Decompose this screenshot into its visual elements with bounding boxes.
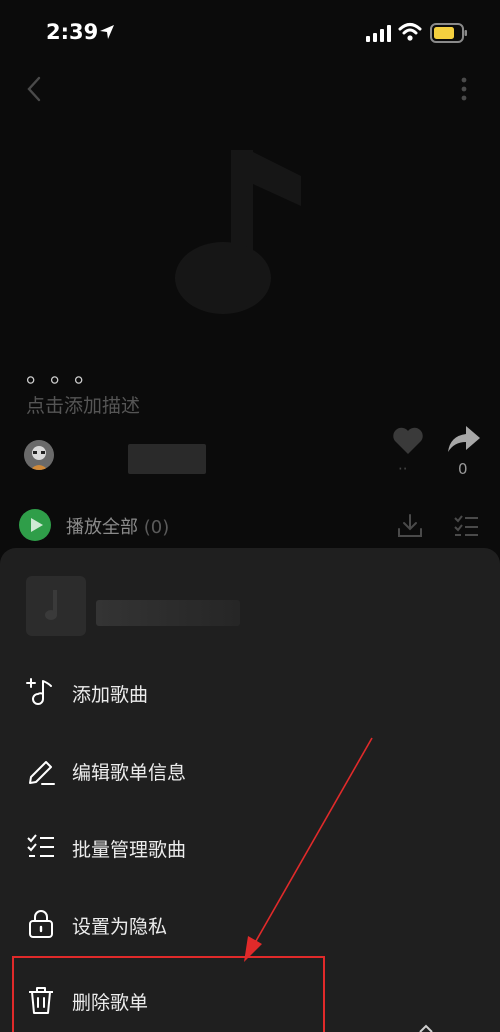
- back-icon[interactable]: [22, 74, 48, 104]
- play-all-button[interactable]: 播放全部 (0): [66, 513, 169, 539]
- avatar-face-icon: [24, 440, 54, 470]
- track-count: (0): [143, 517, 170, 538]
- heart-icon[interactable]: [392, 426, 424, 456]
- menu-item-add-song[interactable]: 添加歌曲: [0, 662, 500, 724]
- sheet-playlist-thumbnail: [26, 576, 86, 636]
- playlist-description[interactable]: 点击添加描述: [26, 391, 140, 418]
- status-bar: 2:39: [0, 0, 500, 66]
- share-arrow-icon[interactable]: [446, 424, 482, 454]
- playlist-name: 。。。: [26, 360, 110, 388]
- menu-label: 添加歌曲: [72, 684, 149, 706]
- menu-label: 编辑歌单信息: [72, 762, 187, 784]
- lock-icon: [29, 910, 53, 938]
- battery-icon: [430, 23, 467, 43]
- share-count: 0: [458, 460, 468, 478]
- location-arrow-icon: [100, 25, 114, 39]
- menu-item-set-private[interactable]: 设置为隐私: [0, 894, 500, 956]
- menu-label: 设置为隐私: [72, 916, 168, 938]
- play-all-label: 播放全部: [66, 517, 138, 538]
- like-count-blurred: ··: [398, 460, 408, 478]
- playlist-cover-music-note-icon[interactable]: [165, 140, 337, 330]
- wifi-icon: [398, 23, 422, 41]
- batch-list-icon: [27, 834, 54, 857]
- sheet-playlist-title-blurred: [96, 600, 240, 626]
- download-icon[interactable]: [396, 512, 424, 540]
- menu-item-batch-manage[interactable]: 批量管理歌曲: [0, 817, 500, 879]
- multi-select-list-icon[interactable]: [452, 512, 480, 540]
- play-circle-icon[interactable]: [18, 508, 52, 542]
- creator-name-blurred[interactable]: [128, 444, 206, 474]
- more-vertical-icon[interactable]: [454, 74, 474, 104]
- chevron-up-icon: [419, 1024, 433, 1032]
- menu-label: 批量管理歌曲: [72, 839, 187, 861]
- add-song-icon: [26, 678, 52, 705]
- cellular-signal-icon: [366, 25, 391, 42]
- music-note-icon: [45, 590, 57, 620]
- annotation-highlight-box: [12, 956, 325, 1032]
- creator-avatar[interactable]: [24, 440, 54, 470]
- menu-item-edit-playlist[interactable]: 编辑歌单信息: [0, 740, 500, 802]
- status-time: 2:39: [46, 20, 99, 44]
- edit-pencil-icon: [29, 761, 55, 785]
